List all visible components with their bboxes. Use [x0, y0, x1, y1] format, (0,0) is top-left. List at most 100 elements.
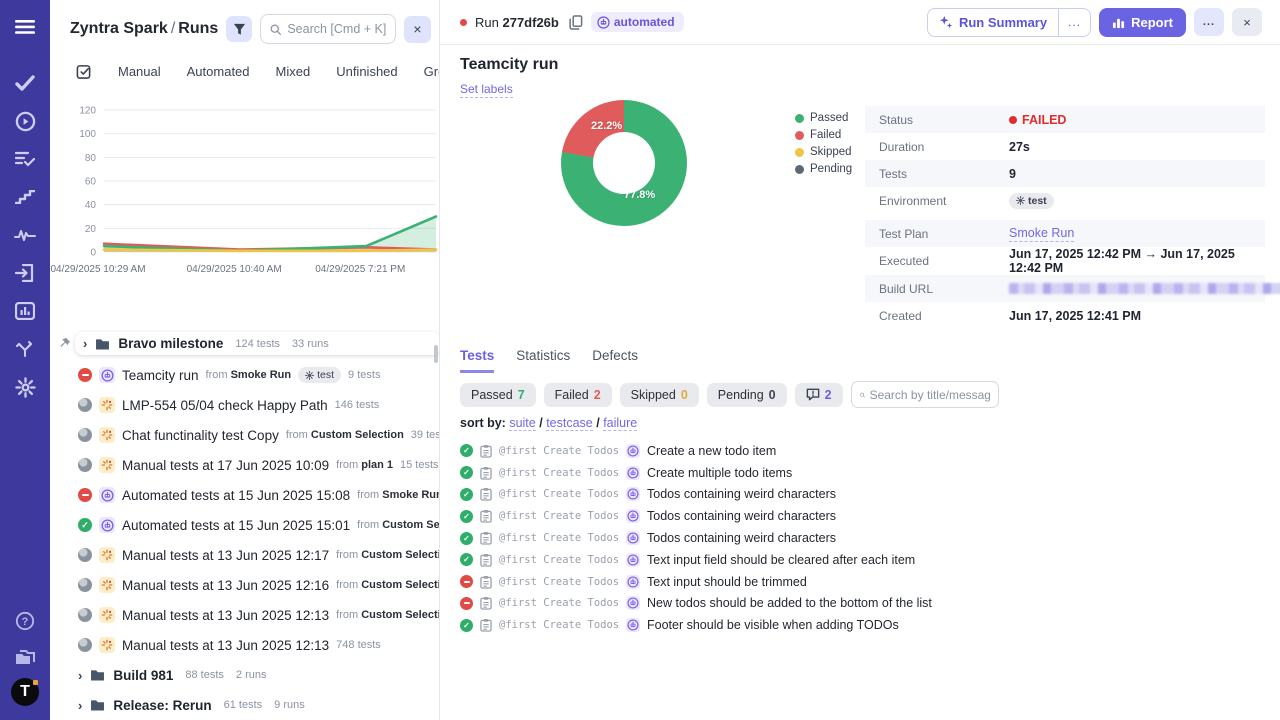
- tab-tests[interactable]: Tests: [460, 348, 495, 373]
- legend-item-failed[interactable]: Failed: [795, 129, 852, 141]
- scrollbar-thumb[interactable]: [434, 345, 438, 363]
- gear-icon[interactable]: [0, 368, 50, 406]
- info-label: Environment: [879, 193, 947, 208]
- group-tests-count: 61 tests: [223, 699, 263, 711]
- tab-statistics[interactable]: Statistics: [516, 348, 570, 373]
- test-row[interactable]: ✓ @first Create Todos... Todos containin…: [460, 505, 1260, 527]
- manual-run-icon: [101, 429, 113, 441]
- comments-filter-chip[interactable]: 2: [794, 382, 843, 407]
- report-button[interactable]: Report: [1099, 7, 1186, 37]
- test-row[interactable]: ✓ @first Create Todos... Todos containin…: [460, 484, 1260, 506]
- run-from: from Custom Selection: [336, 579, 439, 591]
- test-row[interactable]: ✓ @first Create Todos... Text input fiel…: [460, 549, 1260, 571]
- test-passed-icon: ✓: [460, 618, 473, 632]
- runs-search-input[interactable]: [287, 22, 386, 36]
- svg-text:?: ?: [22, 616, 29, 628]
- tab-defects[interactable]: Defects: [592, 348, 638, 373]
- automated-badge[interactable]: automated: [590, 12, 684, 32]
- filter-chip-skipped[interactable]: Skipped 0: [619, 382, 699, 407]
- group-tests-count: 124 tests: [235, 337, 281, 350]
- run-row[interactable]: Manual tests at 13 Jun 2025 12:17 from C…: [50, 540, 439, 570]
- legend-item-skipped[interactable]: Skipped: [795, 146, 852, 158]
- branches-icon[interactable]: [0, 330, 50, 368]
- panel-close-button[interactable]: ×: [404, 15, 431, 43]
- group-row[interactable]: › Release: Rerun 61 tests 9 runs: [50, 690, 439, 720]
- run-row[interactable]: Teamcity run from Smoke Run test 9 tests: [50, 360, 439, 390]
- group-bravo-milestone[interactable]: › Bravo milestone 124 tests 33 runs: [75, 332, 439, 355]
- gear-icon: [305, 370, 315, 380]
- test-row[interactable]: @first Create Todos... New todos should …: [460, 593, 1260, 615]
- test-row[interactable]: ✓ @first Create Todos... Create multiple…: [460, 462, 1260, 484]
- filter-chip-failed[interactable]: Failed 2: [543, 382, 612, 407]
- filter-count: 7: [517, 387, 525, 402]
- select-runs-icon[interactable]: [76, 64, 92, 79]
- run-row[interactable]: Manual tests at 13 Jun 2025 12:13 748 te…: [50, 630, 439, 660]
- play-circle-icon[interactable]: [0, 102, 50, 140]
- run-summary-button[interactable]: Run Summary: [928, 9, 1058, 36]
- run-row[interactable]: LMP-554 05/04 check Happy Path 146 tests: [50, 390, 439, 420]
- clipboard-icon: [480, 575, 492, 589]
- sort-suite[interactable]: suite: [509, 416, 536, 431]
- test-row[interactable]: ✓ @first Create Todos... Create a new to…: [460, 440, 1260, 462]
- tab-automated[interactable]: Automated: [187, 64, 250, 79]
- import-icon[interactable]: [0, 254, 50, 292]
- run-summary-more-button[interactable]: ...: [1058, 8, 1090, 36]
- test-passed-icon: ✓: [460, 444, 473, 458]
- sort-failure[interactable]: failure: [603, 416, 638, 431]
- tab-groups[interactable]: Groups: [424, 64, 439, 79]
- copy-icon[interactable]: [569, 14, 583, 30]
- filter-count: 2: [593, 387, 601, 402]
- info-label: Duration: [879, 139, 925, 154]
- run-row[interactable]: Manual tests at 17 Jun 2025 10:09 from p…: [50, 450, 439, 480]
- tab-mixed[interactable]: Mixed: [276, 64, 311, 79]
- info-label: Created: [879, 308, 922, 323]
- bar-chart-icon[interactable]: [0, 292, 50, 330]
- projects-icon[interactable]: [0, 640, 50, 678]
- tests-search[interactable]: [850, 381, 999, 408]
- legend-item-pending[interactable]: Pending: [795, 163, 852, 175]
- filter-chip-passed[interactable]: Passed 7: [460, 382, 536, 407]
- test-row[interactable]: @first Create Todos... Text input should…: [460, 571, 1260, 593]
- tab-unfinished[interactable]: Unfinished: [336, 64, 397, 79]
- set-labels-link[interactable]: Set labels: [460, 82, 513, 98]
- test-row[interactable]: ✓ @first Create Todos... Todos containin…: [460, 527, 1260, 549]
- list-check-icon[interactable]: [0, 140, 50, 178]
- more-actions-button[interactable]: ...: [1194, 8, 1224, 36]
- tab-manual[interactable]: Manual: [118, 64, 161, 79]
- runs-search[interactable]: [260, 14, 396, 44]
- close-run-button[interactable]: ×: [1232, 8, 1262, 36]
- run-row[interactable]: Chat functinality test Copy from Custom …: [50, 420, 439, 450]
- search-icon: [859, 392, 865, 397]
- robot-icon: [627, 488, 639, 501]
- test-title: Text input should be trimmed: [647, 574, 807, 589]
- status-unfinished-icon: [78, 428, 92, 442]
- run-from: from Custom Selection: [285, 429, 404, 441]
- filter-chip-pending[interactable]: Pending 0: [706, 382, 787, 407]
- logo-t[interactable]: T: [11, 678, 39, 706]
- run-row[interactable]: Manual tests at 13 Jun 2025 12:16 from C…: [50, 570, 439, 600]
- help-icon[interactable]: ?: [0, 602, 50, 640]
- group-row[interactable]: › Build 981 88 tests 2 runs: [50, 660, 439, 690]
- chevron-right-icon[interactable]: ›: [78, 668, 82, 683]
- run-row[interactable]: Manual tests at 13 Jun 2025 12:13 from C…: [50, 600, 439, 630]
- status-passed-icon: ✓: [78, 518, 92, 532]
- group-name: Release: Rerun: [113, 697, 212, 713]
- build-url-redacted[interactable]: [1009, 283, 1280, 294]
- steps-icon[interactable]: [0, 178, 50, 216]
- folder-icon: [91, 700, 105, 711]
- test-row[interactable]: ✓ @first Create Todos... Footer should b…: [460, 614, 1260, 636]
- run-info-table: Status FAILED Duration 27s Tests 9 Envir…: [865, 106, 1280, 329]
- legend-item-passed[interactable]: Passed: [795, 112, 852, 124]
- chevron-right-icon[interactable]: ›: [83, 336, 87, 351]
- test-plan-link[interactable]: Smoke Run: [1009, 226, 1075, 242]
- run-row[interactable]: Automated tests at 15 Jun 2025 15:08 fro…: [50, 480, 439, 510]
- chevron-right-icon[interactable]: ›: [78, 698, 82, 713]
- tests-search-input[interactable]: [869, 387, 990, 402]
- project-name[interactable]: Zyntra Spark: [70, 20, 168, 37]
- menu-icon[interactable]: [0, 8, 50, 46]
- run-row[interactable]: ✓ Automated tests at 15 Jun 2025 15:01 f…: [50, 510, 439, 540]
- activity-icon[interactable]: [0, 216, 50, 254]
- check-icon[interactable]: [0, 64, 50, 102]
- filter-button[interactable]: [226, 16, 253, 42]
- sort-testcase[interactable]: testcase: [546, 416, 593, 431]
